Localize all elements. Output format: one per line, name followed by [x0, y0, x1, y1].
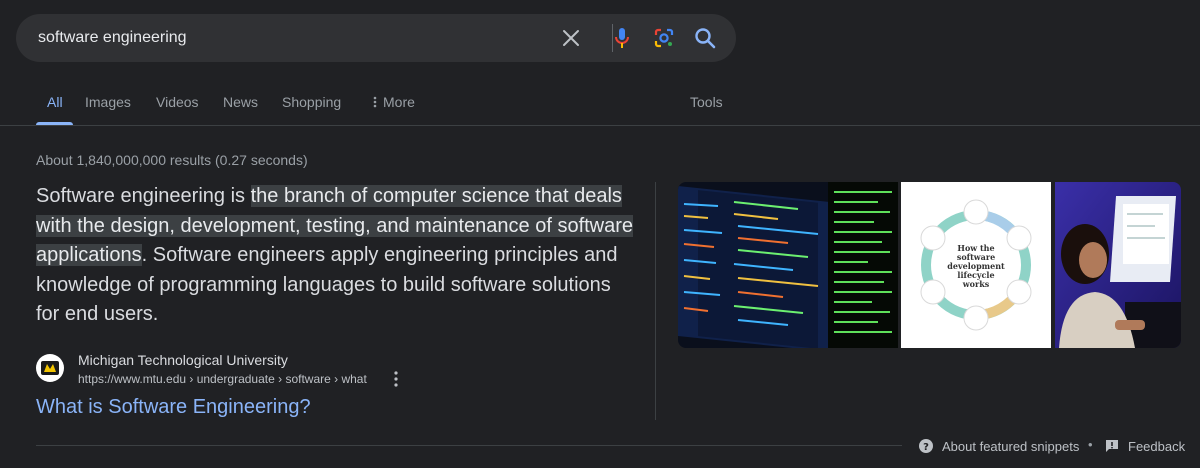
- feedback-icon: [1106, 440, 1118, 452]
- lens-icon[interactable]: [652, 26, 676, 50]
- about-featured-snippets-label: About featured snippets: [942, 438, 1080, 454]
- tab-more-label: More: [383, 94, 415, 110]
- tab-images[interactable]: Images: [85, 94, 131, 110]
- featured-snippet-text: Software engineering is the branch of co…: [36, 182, 636, 330]
- search-tabs: All Images Videos News Shopping More Too…: [0, 84, 1200, 126]
- feedback-link[interactable]: Feedback: [1104, 438, 1185, 454]
- snippet-prefix: Software engineering is: [36, 185, 251, 207]
- feedback-label: Feedback: [1128, 438, 1186, 454]
- search-bar[interactable]: software engineering: [16, 14, 736, 62]
- vertical-divider: [655, 182, 656, 420]
- about-featured-snippets-link[interactable]: ? About featured snippets: [918, 438, 1079, 454]
- infographic-caption: How the software development lifecycle w…: [947, 243, 1005, 289]
- site-name: Michigan Technological University: [78, 352, 288, 368]
- snippet-images: How the software development lifecycle w…: [678, 182, 1181, 348]
- search-icon[interactable]: [693, 26, 717, 50]
- engineer-photo-image[interactable]: [1055, 182, 1181, 348]
- clear-icon[interactable]: [559, 26, 583, 50]
- sdlc-infographic-image[interactable]: How the software development lifecycle w…: [901, 182, 1051, 348]
- search-input[interactable]: software engineering: [38, 29, 187, 47]
- bottom-divider: [36, 445, 902, 446]
- tab-news[interactable]: News: [223, 94, 258, 110]
- tab-videos[interactable]: Videos: [156, 94, 199, 110]
- code-screen-image[interactable]: [678, 182, 898, 348]
- tab-all[interactable]: All: [47, 94, 63, 110]
- svg-text:?: ?: [923, 442, 929, 453]
- site-url: https://www.mtu.edu › undergraduate › so…: [78, 372, 367, 386]
- snippet-source[interactable]: Michigan Technological University https:…: [36, 352, 636, 392]
- more-options-icon[interactable]: [390, 370, 402, 388]
- result-title-link[interactable]: What is Software Engineering?: [36, 396, 311, 419]
- mic-icon[interactable]: [610, 26, 634, 50]
- more-vert-icon: [373, 96, 377, 108]
- tab-shopping[interactable]: Shopping: [282, 94, 341, 110]
- tools-button[interactable]: Tools: [690, 94, 723, 110]
- site-favicon: [36, 354, 64, 382]
- tab-more[interactable]: More: [373, 94, 415, 110]
- results-stats: About 1,840,000,000 results (0.27 second…: [36, 152, 308, 168]
- tabs-divider: [0, 125, 1200, 126]
- help-icon: ?: [919, 439, 933, 453]
- footer-separator: •: [1088, 437, 1093, 452]
